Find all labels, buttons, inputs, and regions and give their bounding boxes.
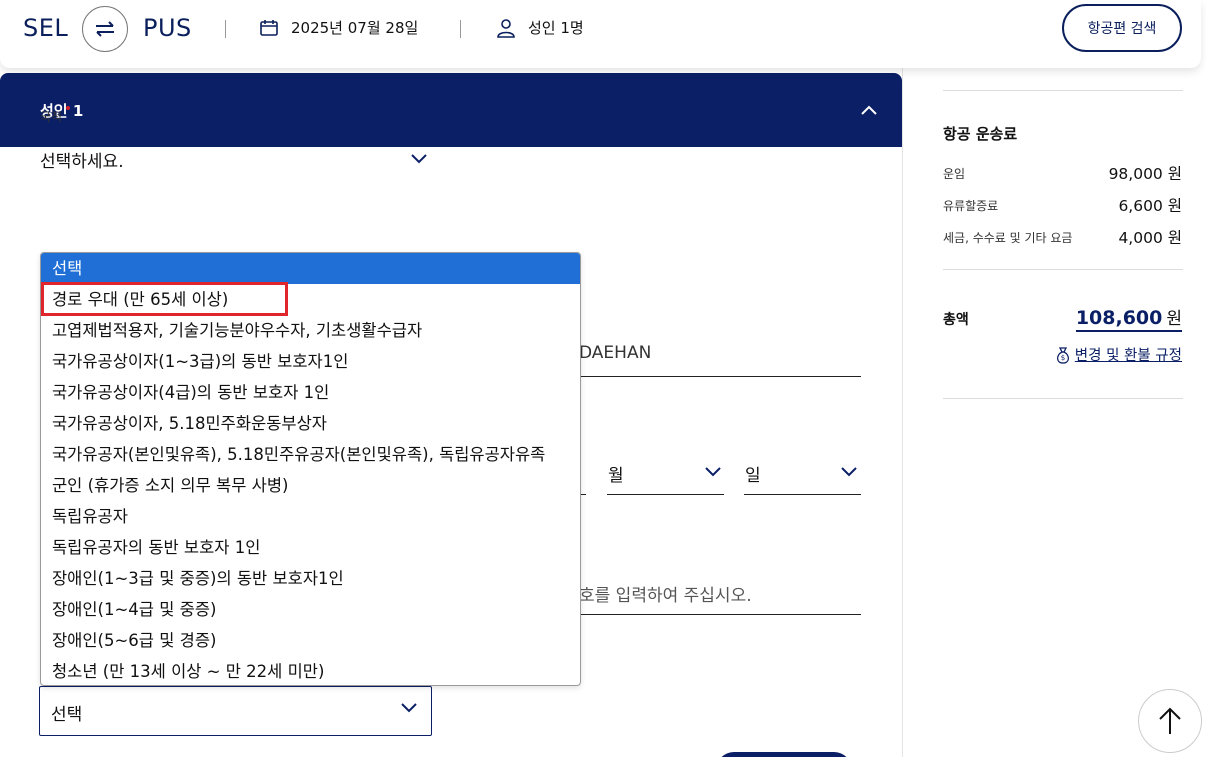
fare-title: 항공 운송료 bbox=[943, 125, 1018, 143]
discount-options-list[interactable]: 선택 경로 우대 (만 65세 이상) 고엽제법적용자, 기술기능분야우수자, … bbox=[40, 252, 581, 686]
money-bag-icon: $ bbox=[1056, 346, 1069, 364]
origin-code[interactable]: SEL bbox=[23, 14, 68, 42]
option-item[interactable]: 장애인(5~6급 및 경증) bbox=[41, 625, 580, 656]
fare-row-value: 98,000 원 bbox=[1108, 165, 1182, 183]
refund-policy-link[interactable]: $ 변경 및 환불 규정 bbox=[1055, 344, 1182, 365]
svg-text:$: $ bbox=[1061, 354, 1065, 362]
option-item[interactable]: 독립유공자 bbox=[41, 501, 580, 532]
passenger-text: 성인 1명 bbox=[528, 19, 584, 37]
date-selector[interactable]: 2025년 07월 28일 bbox=[259, 17, 418, 38]
passenger-selector[interactable]: 성인 1명 bbox=[496, 17, 584, 38]
fare-summary-sidebar: 항공 운송료 운임 98,000 원 유류할증료 6,600 원 세금, 수수료… bbox=[902, 68, 1207, 757]
fare-row-value: 4,000 원 bbox=[1118, 229, 1182, 247]
flight-search-header: SEL PUS 2025년 07월 28일 성인 1명 항공편 검색 bbox=[0, 0, 1201, 68]
arrow-up-icon bbox=[1159, 707, 1181, 734]
phone-placeholder: 호를 입력하여 주십시오. bbox=[579, 586, 752, 606]
option-item[interactable]: 선택 bbox=[41, 253, 580, 284]
highlight-annotation bbox=[41, 282, 288, 316]
swap-route-button[interactable] bbox=[82, 6, 128, 52]
total-amount-number: 108,600 bbox=[1075, 307, 1163, 329]
divider bbox=[943, 398, 1183, 399]
swap-arrows-icon bbox=[96, 21, 114, 37]
option-item[interactable]: 국가유공상이자, 5.18민주화운동부상자 bbox=[41, 408, 580, 439]
chevron-up-icon bbox=[861, 105, 877, 115]
divider bbox=[943, 90, 1183, 91]
chevron-down-icon bbox=[411, 154, 427, 164]
chevron-down-icon bbox=[401, 703, 417, 713]
chevron-down-icon bbox=[841, 467, 857, 477]
day-underline bbox=[744, 494, 861, 495]
total-amount: 108,600 원 bbox=[1075, 304, 1182, 332]
scroll-to-top-button[interactable] bbox=[1138, 689, 1202, 753]
date-text: 2025년 07월 28일 bbox=[291, 19, 419, 37]
calendar-icon bbox=[260, 19, 278, 36]
person-icon bbox=[497, 18, 515, 38]
divider bbox=[943, 269, 1183, 270]
refund-policy-text: 변경 및 환불 규정 bbox=[1074, 348, 1182, 364]
month-underline bbox=[607, 494, 724, 495]
chevron-down-icon bbox=[705, 467, 721, 477]
option-item[interactable]: 고엽제법적용자, 기술기능분야우수자, 기초생활수급자 bbox=[41, 315, 580, 346]
fare-row-label: 세금, 수수료 및 기타 요금 bbox=[943, 231, 1073, 245]
option-item[interactable]: 국가유공자(본인및유족), 5.18민주유공자(본인및유족), 독립유공자유족 bbox=[41, 439, 580, 470]
total-amount-unit: 원 bbox=[1166, 309, 1182, 329]
total-label: 총액 bbox=[943, 312, 969, 328]
next-button[interactable] bbox=[716, 752, 852, 757]
birth-day-select[interactable]: 일 bbox=[745, 461, 761, 486]
discount-type-select[interactable]: 선택 bbox=[39, 686, 432, 736]
option-item[interactable]: 장애인(1~3급 및 중증)의 동반 보호자1인 bbox=[41, 563, 580, 594]
option-item[interactable]: 장애인(1~4급 및 중증) bbox=[41, 594, 580, 625]
phone-underline bbox=[572, 614, 861, 615]
option-item[interactable]: 군인 (휴가증 소지 의무 복무 사병) bbox=[41, 470, 580, 501]
passenger-section-header[interactable]: 성인 1 bbox=[0, 73, 902, 147]
discount-select-value: 선택 bbox=[51, 705, 83, 725]
nationality-select[interactable]: 선택하세요. bbox=[40, 147, 430, 177]
birth-month-select[interactable]: 월 bbox=[608, 461, 624, 486]
header-divider bbox=[225, 20, 226, 38]
header-divider bbox=[460, 20, 461, 38]
name-field-underline bbox=[572, 376, 861, 377]
fare-row-label: 유류할증료 bbox=[943, 199, 999, 213]
search-flights-button[interactable]: 항공편 검색 bbox=[1062, 4, 1182, 52]
required-indicator bbox=[66, 106, 70, 110]
option-item[interactable]: 독립유공자의 동반 보호자 1인 bbox=[41, 532, 580, 563]
english-name-value: DAEHAN bbox=[579, 343, 652, 363]
nationality-label: 국적 bbox=[40, 110, 63, 124]
fare-row-label: 운임 bbox=[943, 167, 966, 181]
option-item[interactable]: 청소년 (만 13세 이상 ~ 만 22세 미만) bbox=[41, 656, 580, 685]
option-item[interactable]: 국가유공상이자(1~3급)의 동반 보호자1인 bbox=[41, 346, 580, 377]
collapse-button[interactable] bbox=[856, 99, 882, 121]
destination-code[interactable]: PUS bbox=[143, 14, 192, 42]
option-item[interactable]: 국가유공상이자(4급)의 동반 보호자 1인 bbox=[41, 377, 580, 408]
fare-row-value: 6,600 원 bbox=[1118, 197, 1182, 215]
